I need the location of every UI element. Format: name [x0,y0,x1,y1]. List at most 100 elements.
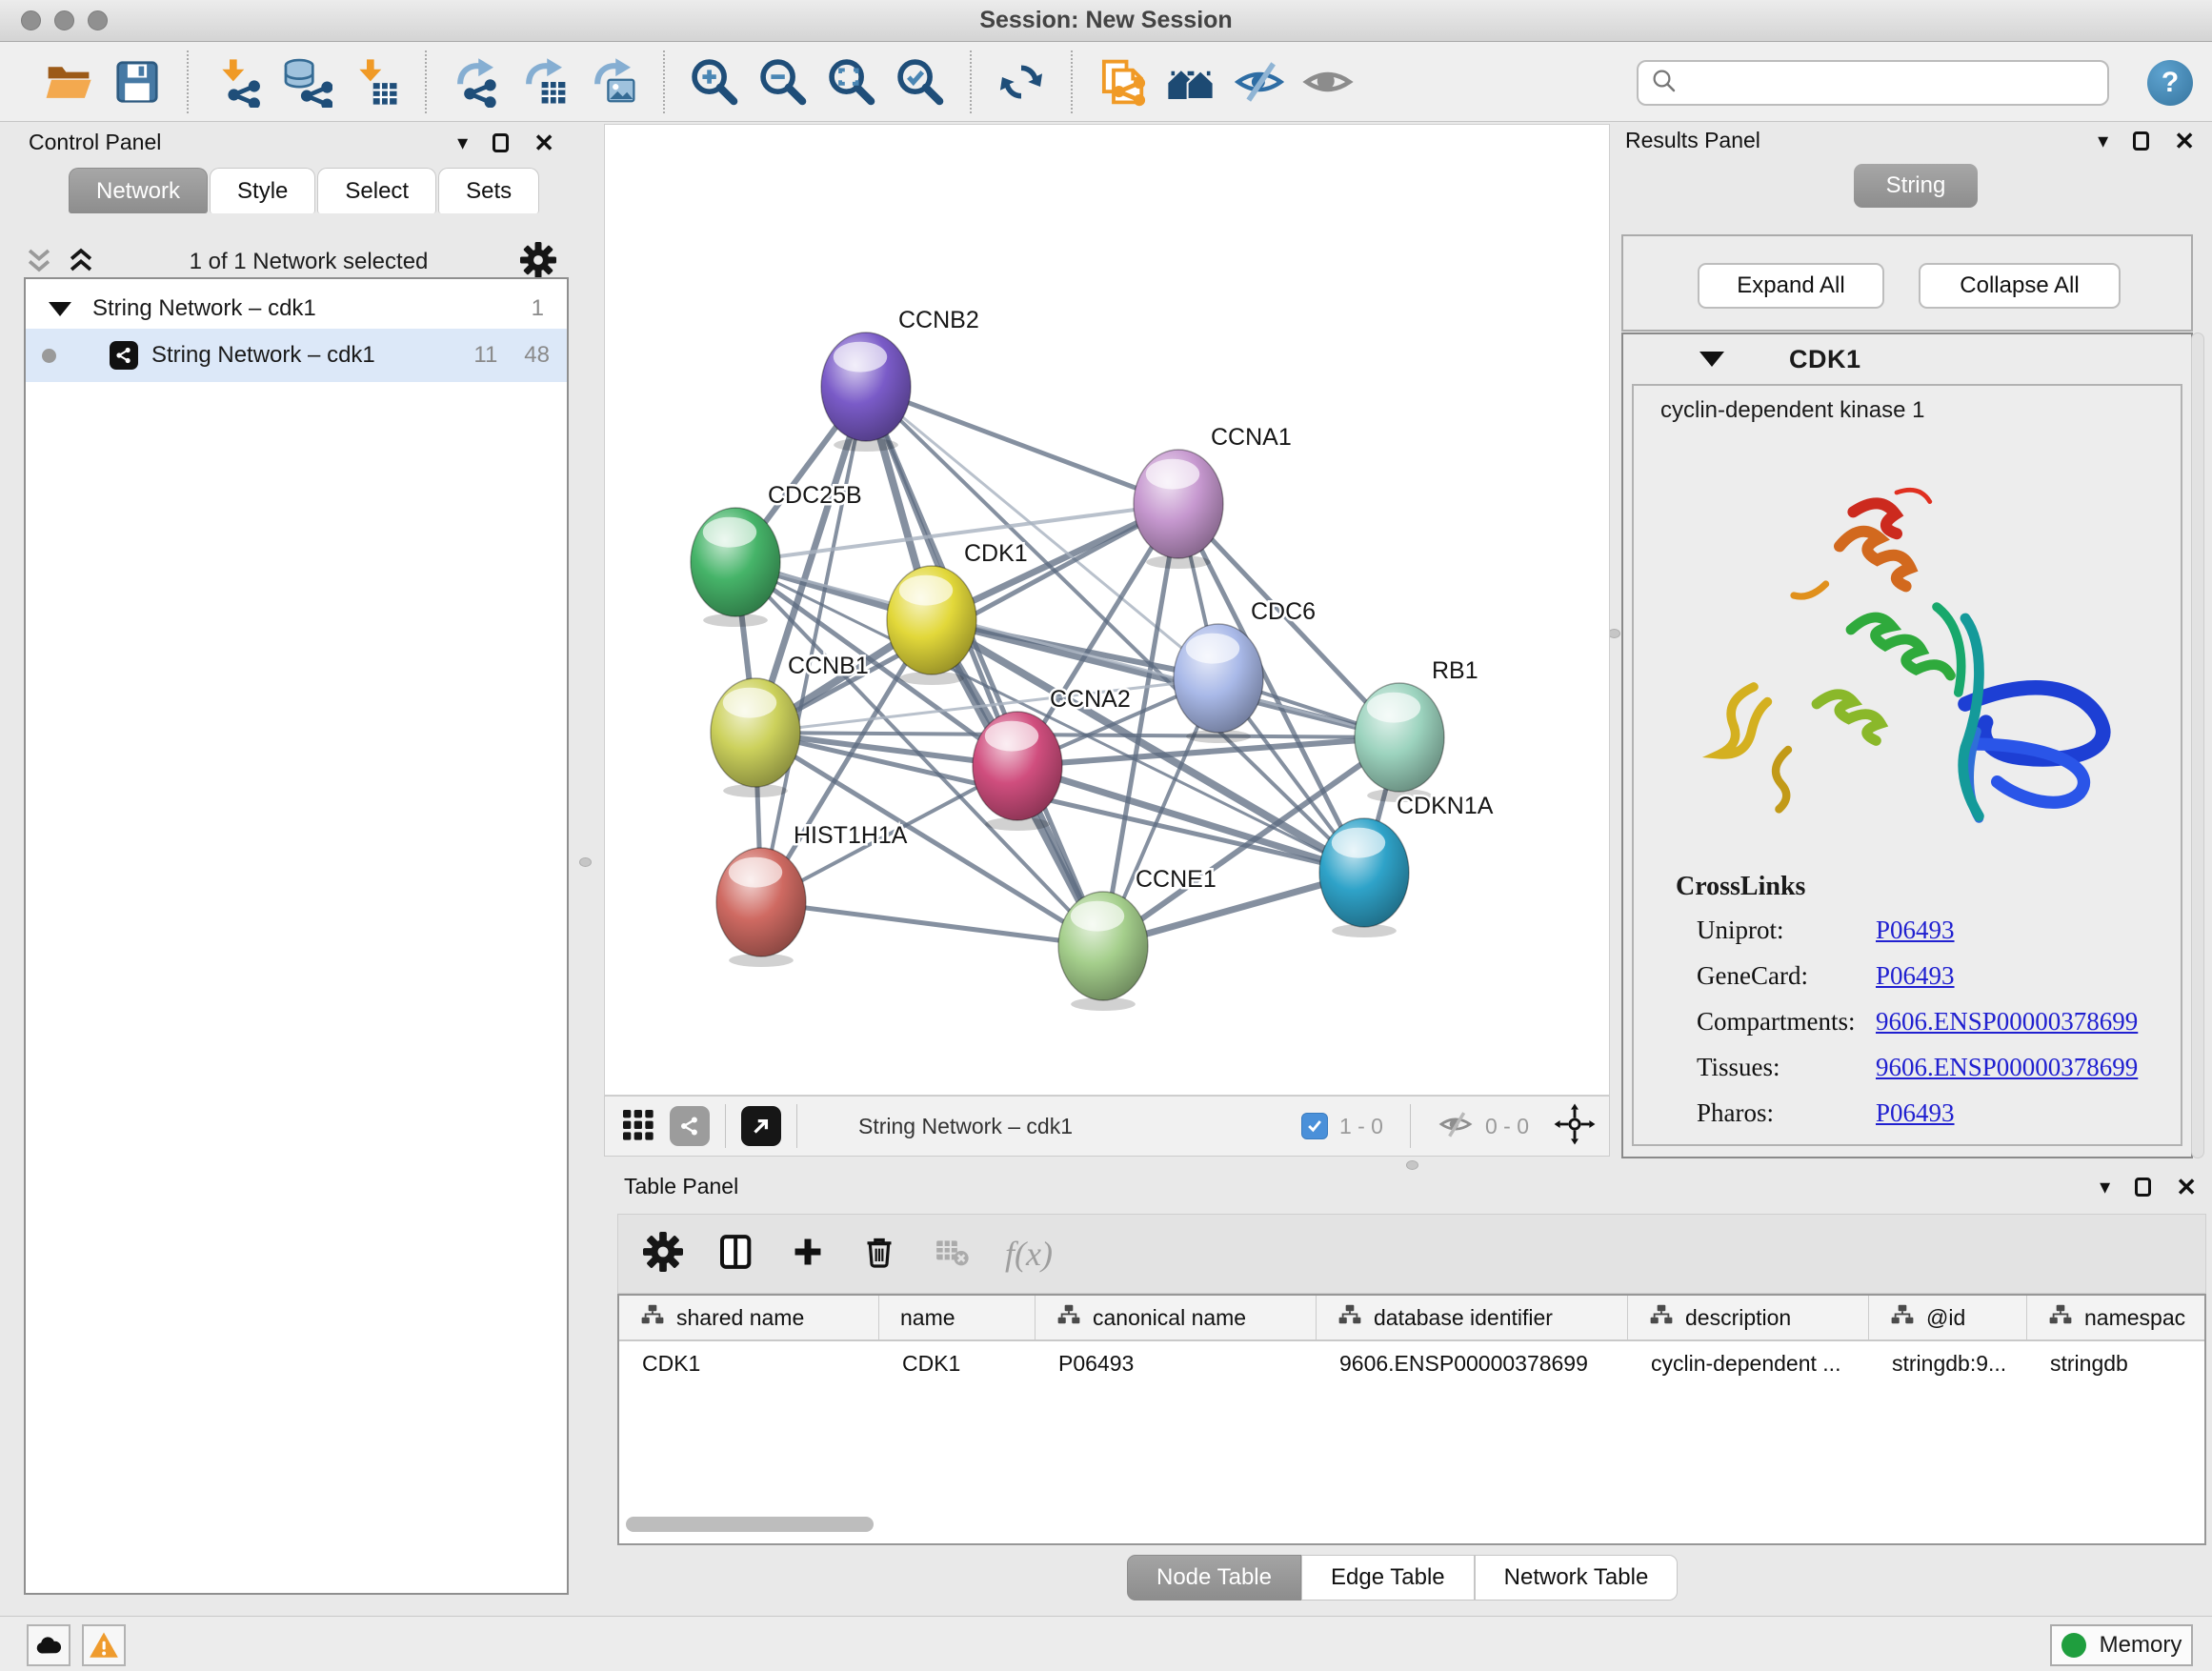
fit-move-crosshair-icon[interactable] [1554,1103,1596,1150]
results-scrollbar[interactable] [2191,332,2204,1158]
search-box[interactable] [1637,60,2109,106]
panel-close-icon[interactable]: ✕ [533,131,554,155]
table-settings-gear-icon[interactable] [643,1232,683,1277]
panel-menu-icon[interactable]: ▾ [457,132,468,153]
help-button[interactable]: ? [2147,60,2193,106]
control-panel-header: Control Panel ▾ ✕ [29,130,554,155]
collection-name: String Network – cdk1 [92,295,316,322]
tab-style[interactable]: Style [210,168,315,213]
export-table-icon[interactable] [517,54,573,110]
import-table-icon[interactable] [348,54,403,110]
node-label-cdc6: CDC6 [1251,598,1316,625]
toolbar-separator [1071,50,1073,113]
network-view-share-icon[interactable] [670,1106,710,1146]
column-header-name[interactable]: name [879,1296,1036,1339]
network-node-rb1[interactable] [1355,683,1444,802]
network-node-ccne1[interactable] [1058,892,1148,1011]
tab-string[interactable]: String [1854,164,1978,208]
network-node-hist1h1a[interactable] [716,848,806,967]
table-close-icon[interactable]: ✕ [2176,1175,2197,1199]
crosslink-link[interactable]: 9606.ENSP00000378699 [1876,1007,2138,1037]
show-all-homes-icon[interactable] [1163,54,1218,110]
tab-sets[interactable]: Sets [438,168,539,213]
node-label-cdc25b: CDC25B [768,482,862,509]
results-float-icon[interactable] [2133,131,2149,151]
cloud-button[interactable] [27,1624,70,1666]
table-hscrollbar[interactable] [626,1517,874,1532]
column-label: database identifier [1374,1305,1553,1331]
refresh-layout-icon[interactable] [994,54,1049,110]
show-columns-icon[interactable] [717,1233,755,1276]
collapse-all-button[interactable]: Collapse All [1919,263,2121,309]
zoom-fit-icon[interactable] [824,54,879,110]
crosslink-link[interactable]: 9606.ENSP00000378699 [1876,1053,2138,1082]
hide-selected-icon[interactable] [1232,54,1287,110]
column-header-shared-name[interactable]: shared name [619,1296,879,1339]
table-column-header: shared namenamecanonical name database id… [619,1296,2204,1341]
delete-column-trash-icon[interactable] [860,1233,898,1276]
clone-network-icon[interactable] [1095,54,1150,110]
tab-node-table[interactable]: Node Table [1127,1555,1301,1601]
export-image-icon[interactable] [586,54,641,110]
column-header-canonical-name[interactable]: canonical name [1036,1296,1317,1339]
network-node-cdc25b[interactable] [691,508,780,627]
column-label: namespac [2084,1305,2185,1331]
search-input[interactable] [1688,70,2096,95]
table-float-icon[interactable] [2135,1178,2151,1197]
import-network-icon[interactable] [211,54,266,110]
node-table[interactable]: shared namenamecanonical name database id… [617,1294,2206,1545]
network-node-cdkn1a[interactable] [1319,818,1409,937]
collapse-all-chevron-icon[interactable] [23,244,55,281]
column-header--id[interactable]: @id [1869,1296,2027,1339]
zoom-out-icon[interactable] [755,54,811,110]
export-network-icon[interactable] [449,54,504,110]
selected-checkbox-icon[interactable] [1301,1113,1328,1139]
tab-network[interactable]: Network [69,168,208,213]
add-column-plus-icon[interactable] [790,1234,826,1275]
zoom-selected-icon[interactable] [893,54,948,110]
column-type-icon [1649,1302,1674,1333]
grid-view-icon[interactable] [618,1105,656,1148]
network-collection-row[interactable]: String Network – cdk1 1 [26,279,567,329]
network-canvas[interactable]: CCNB2CCNA1CDC25BCDK1CDC6RB1CCNB1CCNA2CDK… [604,124,1610,1096]
zoom-in-icon[interactable] [687,54,742,110]
results-close-icon[interactable]: ✕ [2174,129,2195,153]
gene-collapse-icon[interactable] [1699,352,1724,367]
memory-button[interactable]: Memory [2050,1624,2193,1666]
warning-button[interactable] [82,1624,126,1666]
open-in-window-icon[interactable] [741,1106,781,1146]
tab-network-table[interactable]: Network Table [1475,1555,1679,1601]
tab-edge-table[interactable]: Edge Table [1301,1555,1475,1601]
network-node-cdc6[interactable] [1174,624,1263,743]
panel-float-icon[interactable] [493,133,509,152]
table-menu-icon[interactable]: ▾ [2100,1177,2110,1198]
hidden-eye-slash-icon [1438,1106,1474,1147]
expand-all-button[interactable]: Expand All [1698,263,1884,309]
left-splitter-handle[interactable] [579,857,592,867]
crosslink-link[interactable]: P06493 [1876,1098,1955,1128]
column-header-namespac[interactable]: namespac [2027,1296,2206,1339]
show-preview-icon[interactable] [1300,54,1356,110]
window-controls[interactable] [21,10,108,30]
network-node-ccnb2[interactable] [821,332,911,452]
close-window-icon[interactable] [21,10,41,30]
crosslink-link[interactable]: P06493 [1876,961,1955,991]
node-label-ccna1: CCNA1 [1211,424,1292,451]
expand-all-chevron-icon[interactable] [65,244,97,281]
column-header-description[interactable]: description [1628,1296,1869,1339]
column-header-database-identifier[interactable]: database identifier [1317,1296,1628,1339]
maximize-window-icon[interactable] [88,10,108,30]
toolbar-separator [663,50,665,113]
results-menu-icon[interactable]: ▾ [2098,131,2108,151]
open-session-icon[interactable] [41,54,96,110]
gene-header[interactable]: CDK1 [1623,334,2191,384]
minimize-window-icon[interactable] [54,10,74,30]
import-network-database-icon[interactable] [279,54,334,110]
collection-expand-icon[interactable] [49,302,71,316]
column-label: @id [1926,1305,1965,1331]
network-row[interactable]: String Network – cdk1 11 48 [26,329,567,382]
tab-select[interactable]: Select [317,168,436,213]
table-row[interactable]: CDK1CDK1P064939606.ENSP00000378699cyclin… [619,1341,2204,1385]
crosslink-link[interactable]: P06493 [1876,916,1955,945]
save-session-icon[interactable] [110,54,165,110]
